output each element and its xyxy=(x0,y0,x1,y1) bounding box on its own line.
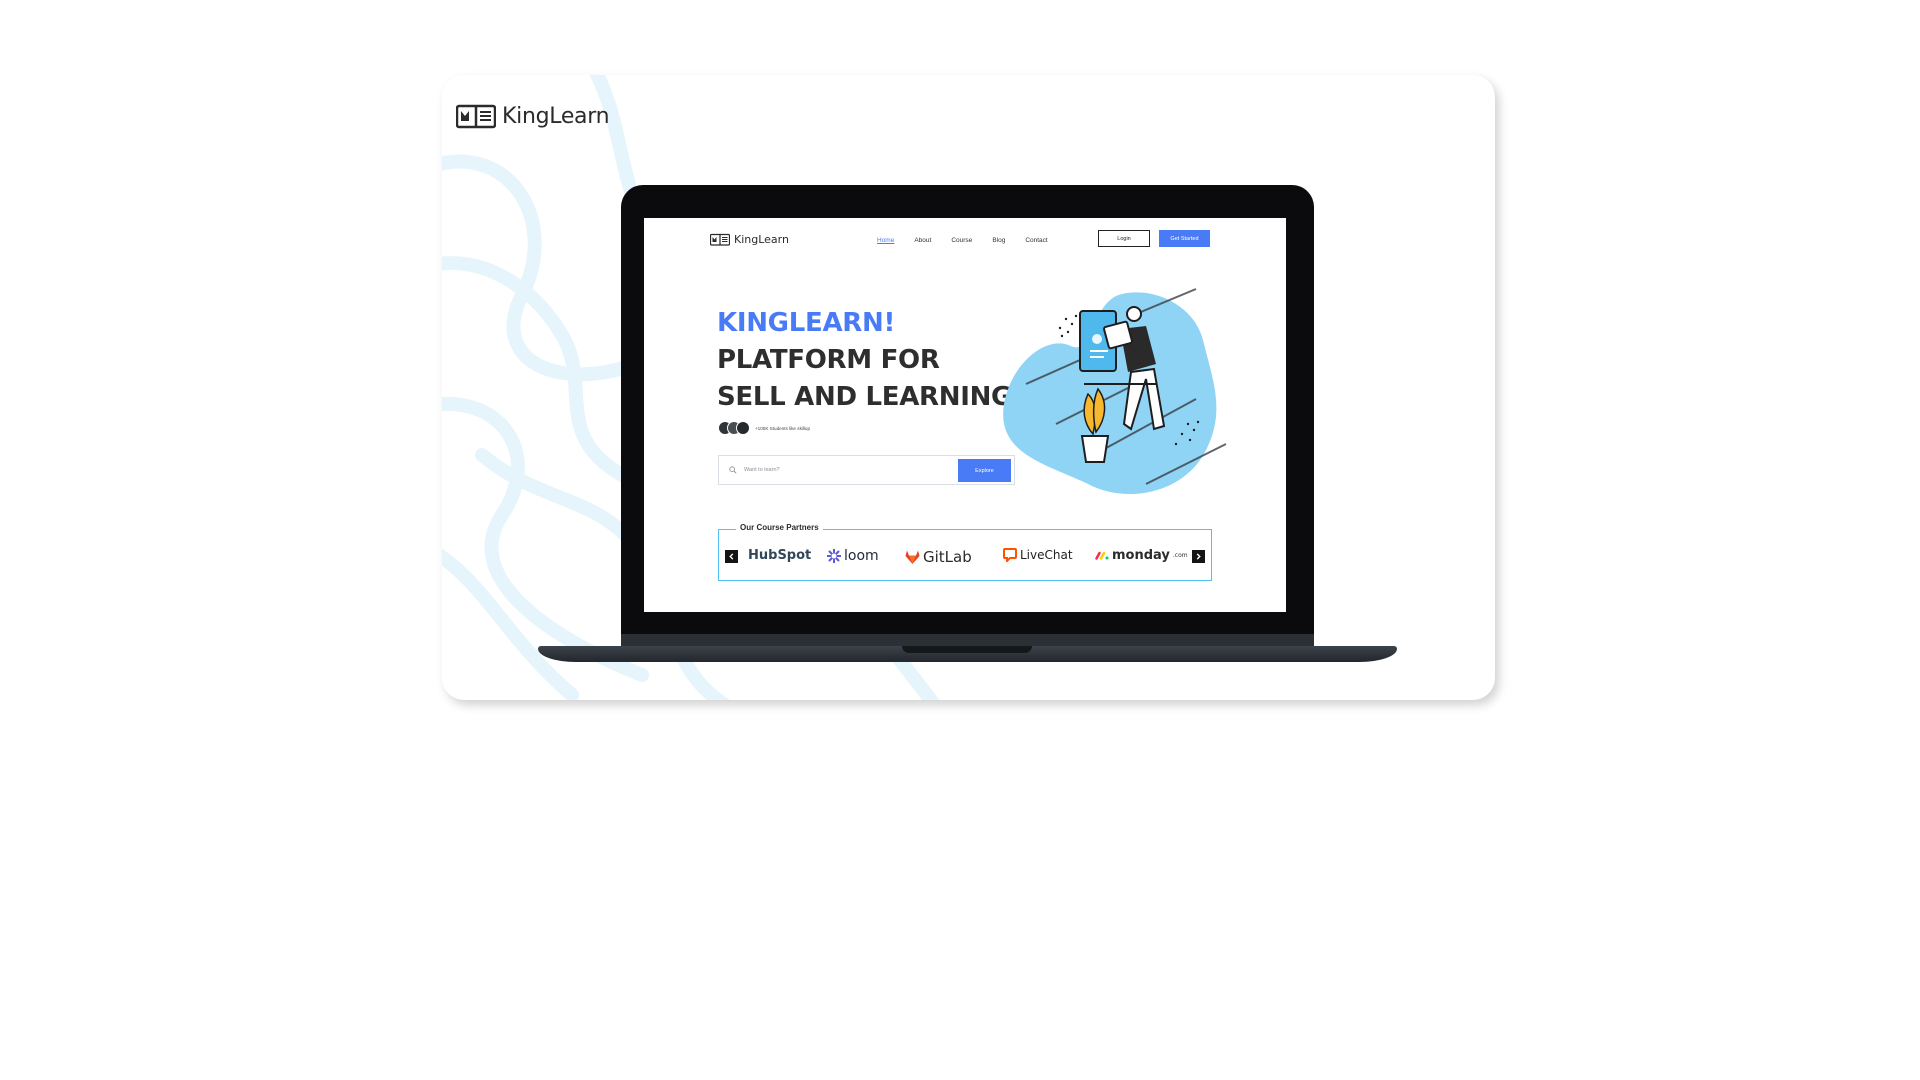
monday-com-suffix: .com xyxy=(1172,552,1188,559)
hero-title-line2: PLATFORM FOR xyxy=(717,345,940,375)
monday-wordmark: monday xyxy=(1112,548,1170,563)
card-brand-name: KingLearn xyxy=(502,103,610,129)
hero-title-line1: KINGLEARN! xyxy=(717,308,896,338)
monday-dots-icon xyxy=(1095,551,1109,560)
site-logo[interactable]: KingLearn xyxy=(710,233,789,246)
hero-illustration xyxy=(1003,288,1227,494)
hubspot-wordmark: HubSpot xyxy=(748,548,812,563)
students-count-text: +100K Students like skillup xyxy=(755,425,811,431)
login-button[interactable]: Login xyxy=(1098,230,1150,247)
site-logo-text: KingLearn xyxy=(734,233,789,246)
students-badge: +100K Students like skillup xyxy=(718,421,810,435)
chevron-left-icon xyxy=(729,553,734,560)
search-icon xyxy=(729,466,737,474)
avatar xyxy=(736,421,750,435)
livechat-bubble-icon xyxy=(1003,548,1017,562)
hero-title: KINGLEARN! PLATFORM FOR SELL AND LEARNIN… xyxy=(717,305,1037,416)
partners-title: Our Course Partners xyxy=(736,523,823,532)
loom-starburst-icon xyxy=(827,549,841,563)
nav-blog[interactable]: Blog xyxy=(992,237,1005,244)
website-screen: KingLearn Home About Course Blog Contact… xyxy=(644,218,1286,612)
partner-logo-livechat: LiveChat xyxy=(1003,548,1073,562)
loom-wordmark: loom xyxy=(844,548,879,564)
nav-contact[interactable]: Contact xyxy=(1025,237,1047,244)
course-partners-box: Our Course Partners HubSpot loom GitLab … xyxy=(718,523,1212,581)
nav-course[interactable]: Course xyxy=(951,237,972,244)
nav-about[interactable]: About xyxy=(914,237,931,244)
search-input[interactable] xyxy=(742,466,946,474)
open-book-icon xyxy=(456,104,496,129)
hero-title-line3: SELL AND LEARNING xyxy=(717,382,1013,412)
partner-logo-monday: monday .com xyxy=(1095,548,1188,563)
partner-logo-hubspot: HubSpot xyxy=(748,548,811,563)
search-bar: Explore xyxy=(718,455,1015,485)
partners-prev-button[interactable] xyxy=(725,550,738,563)
get-started-button[interactable]: Get Started xyxy=(1159,230,1210,247)
main-nav: Home About Course Blog Contact xyxy=(877,237,1068,244)
partner-logo-gitlab: GitLab xyxy=(905,548,972,566)
gitlab-wordmark: GitLab xyxy=(923,548,972,566)
chevron-right-icon xyxy=(1196,553,1201,560)
partner-logo-loom: loom xyxy=(827,548,879,564)
gitlab-fox-icon xyxy=(905,550,920,564)
partners-next-button[interactable] xyxy=(1192,550,1205,563)
laptop-notch xyxy=(902,646,1032,653)
livechat-wordmark: LiveChat xyxy=(1020,548,1073,562)
nav-home[interactable]: Home xyxy=(877,237,894,244)
card-brand-logo: KingLearn xyxy=(456,103,610,129)
open-book-icon xyxy=(710,233,730,246)
